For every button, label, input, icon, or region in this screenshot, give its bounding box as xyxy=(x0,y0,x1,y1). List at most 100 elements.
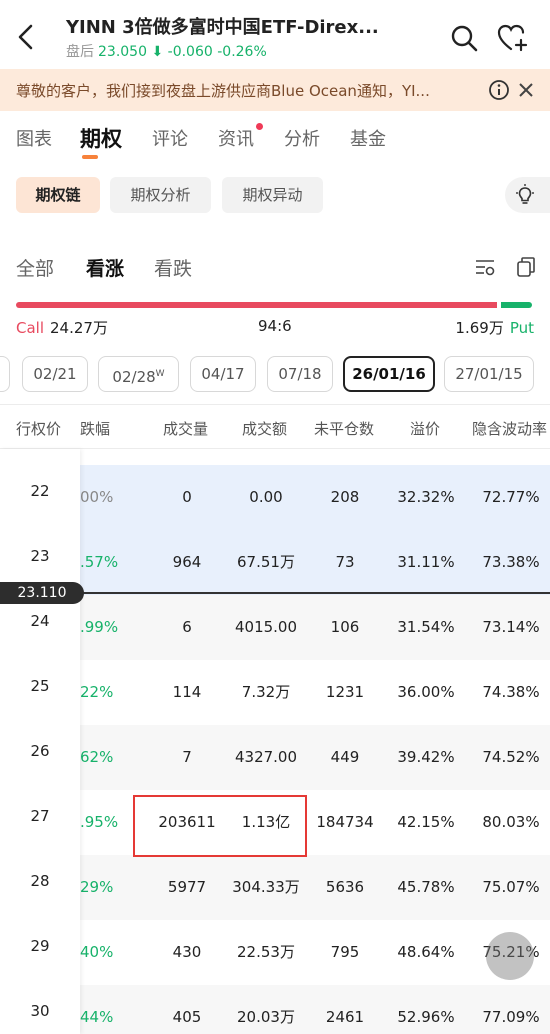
cell-turnover: 304.33万 xyxy=(232,878,300,896)
cell-volume: 405 xyxy=(172,1008,202,1026)
col-header-turnover[interactable]: 成交额 xyxy=(242,418,287,439)
date-chip[interactable]: 07/18 xyxy=(267,356,333,392)
cell-change: 44% xyxy=(80,1008,114,1026)
copy-icon[interactable] xyxy=(516,256,536,278)
date-chip[interactable]: 02/21 xyxy=(22,356,88,392)
call-volume: Call 24.27万 xyxy=(16,317,108,338)
cell-implied-volatility: 74.52% xyxy=(482,748,540,766)
active-tab-indicator xyxy=(82,155,98,159)
cell-open-interest: 5636 xyxy=(325,878,365,896)
current-price-tag: 23.110 xyxy=(0,582,84,604)
cell-premium: 32.32% xyxy=(397,488,455,506)
cell-implied-volatility: 75.07% xyxy=(482,878,540,896)
unread-dot xyxy=(256,123,263,130)
subtab-option-chain[interactable]: 期权链 xyxy=(16,177,100,213)
table-row[interactable]: 40% 430 22.53万 795 48.64% 75.21% xyxy=(0,920,550,985)
cell-premium: 39.42% xyxy=(397,748,455,766)
cell-open-interest: 73 xyxy=(335,553,355,571)
filter-calls[interactable]: 看涨 xyxy=(86,254,124,281)
col-header-strike[interactable]: 行权价 xyxy=(16,418,61,439)
date-chip-prev[interactable] xyxy=(0,356,10,392)
floating-share-button[interactable] xyxy=(486,932,534,980)
cell-strike: 26 xyxy=(30,742,50,760)
price-change: -0.060 xyxy=(167,44,213,60)
add-watchlist-heart-icon[interactable] xyxy=(497,23,529,53)
tab-fund[interactable]: 基金 xyxy=(350,125,386,151)
date-chip[interactable]: 27/01/15 xyxy=(444,356,534,392)
search-icon[interactable] xyxy=(450,24,478,52)
cell-volume: 964 xyxy=(172,553,202,571)
notice-banner[interactable]: 尊敬的客户，我们接到夜盘上游供应商Blue Ocean通知，YI... xyxy=(0,69,550,111)
cell-change: .99% xyxy=(80,618,119,636)
tab-options[interactable]: 期权 xyxy=(80,123,122,153)
cell-turnover: 4327.00 xyxy=(234,748,298,766)
cell-strike: 27 xyxy=(30,807,50,825)
call-put-ratio-bar xyxy=(16,302,532,308)
tab-news[interactable]: 资讯 xyxy=(218,125,254,151)
divider xyxy=(0,448,550,449)
put-label: Put xyxy=(509,319,534,337)
back-arrow-icon[interactable] xyxy=(14,22,38,52)
cell-turnover: 22.53万 xyxy=(237,943,295,961)
last-price: 23.050 xyxy=(98,44,147,60)
cell-open-interest: 1231 xyxy=(325,683,365,701)
cell-premium: 31.54% xyxy=(397,618,455,636)
cell-change: 00% xyxy=(80,488,114,506)
table-row[interactable]: 00% 0 0.00 208 32.32% 72.77% xyxy=(0,465,550,530)
cell-premium: 45.78% xyxy=(397,878,455,896)
cell-strike: 30 xyxy=(30,1002,50,1020)
cell-turnover: 7.32万 xyxy=(241,683,291,701)
call-put-ratio: 94:6 xyxy=(258,317,292,335)
cell-open-interest: 184734 xyxy=(316,813,374,831)
cell-premium: 42.15% xyxy=(397,813,455,831)
table-row[interactable]: .99% 6 4015.00 106 31.54% 73.14% xyxy=(0,595,550,660)
filter-all[interactable]: 全部 xyxy=(16,254,54,281)
cell-turnover: 0.00 xyxy=(249,488,283,506)
col-header-change[interactable]: 跌幅 xyxy=(80,418,110,439)
subtab-option-analysis[interactable]: 期权分析 xyxy=(110,177,211,213)
main-tab-bar: 图表 期权 评论 资讯 分析 基金 xyxy=(0,115,550,161)
call-ratio-fill xyxy=(16,302,497,308)
table-row[interactable]: 22% 114 7.32万 1231 36.00% 74.38% xyxy=(0,660,550,725)
date-chip-selected[interactable]: 26/01/16 xyxy=(343,356,435,392)
put-ratio-fill xyxy=(501,302,532,308)
tab-analysis[interactable]: 分析 xyxy=(284,125,320,151)
lightbulb-icon[interactable] xyxy=(513,183,537,207)
close-icon[interactable] xyxy=(517,80,535,100)
table-row[interactable]: 62% 7 4327.00 449 39.42% 74.52% xyxy=(0,725,550,790)
put-value: 1.69万 xyxy=(455,319,504,337)
cell-volume: 114 xyxy=(172,683,202,701)
col-header-implied-volatility[interactable]: 隐含波动率 xyxy=(472,418,547,439)
filter-puts[interactable]: 看跌 xyxy=(154,254,192,281)
cell-change: .57% xyxy=(80,553,119,571)
col-header-premium[interactable]: 溢价 xyxy=(410,418,440,439)
top-bar: YINN 3倍做多富时中国ETF-Direx... 盘后 23.050 ⬇ -0.… xyxy=(0,0,550,68)
tab-comments[interactable]: 评论 xyxy=(152,125,188,151)
cell-change: .95% xyxy=(80,813,119,831)
date-chip[interactable]: 04/17 xyxy=(190,356,256,392)
cell-turnover: 20.03万 xyxy=(237,1008,295,1026)
col-header-open-interest[interactable]: 未平仓数 xyxy=(314,418,374,439)
table-row[interactable]: .57% 964 67.51万 73 31.11% 73.38% xyxy=(0,530,550,595)
cell-open-interest: 795 xyxy=(330,943,360,961)
cell-volume: 7 xyxy=(182,748,192,766)
cell-change: 29% xyxy=(80,878,114,896)
cell-strike: 28 xyxy=(30,872,50,890)
col-header-volume[interactable]: 成交量 xyxy=(163,418,208,439)
quote-line: 盘后 23.050 ⬇ -0.060 -0.26% xyxy=(66,41,267,61)
cell-change: 22% xyxy=(80,683,114,701)
cell-volume: 0 xyxy=(182,488,192,506)
table-row[interactable]: 29% 5977 304.33万 5636 45.78% 75.07% xyxy=(0,855,550,920)
cell-strike: 25 xyxy=(30,677,50,695)
cell-implied-volatility: 73.14% xyxy=(482,618,540,636)
settings-filter-icon[interactable] xyxy=(474,256,496,278)
cell-open-interest: 208 xyxy=(330,488,360,506)
info-icon[interactable] xyxy=(488,79,510,101)
cell-change: 40% xyxy=(80,943,114,961)
date-chip[interactable]: 02/28W xyxy=(98,356,179,392)
subtab-unusual-activity[interactable]: 期权异动 xyxy=(222,177,323,213)
table-row[interactable]: 44% 405 20.03万 2461 52.96% 77.09% xyxy=(0,985,550,1034)
cell-premium: 31.11% xyxy=(397,553,455,571)
tab-chart[interactable]: 图表 xyxy=(16,125,52,151)
cell-turnover: 67.51万 xyxy=(237,553,295,571)
